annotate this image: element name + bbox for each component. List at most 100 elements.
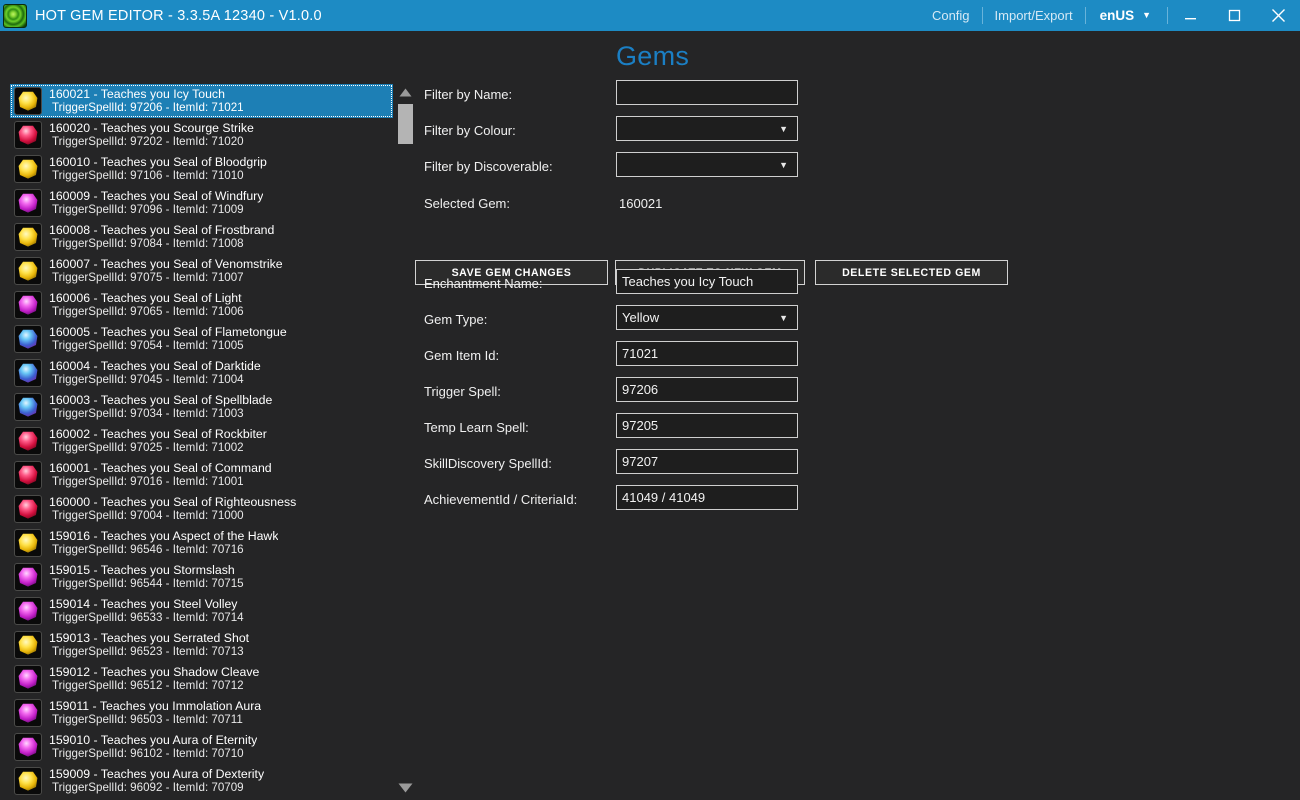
gem-list-item-subtitle: TriggerSpellId: 97016 - ItemId: 71001	[52, 475, 244, 489]
gem-list-item-text: 160010 - Teaches you Seal of Bloodgrip Tr…	[49, 155, 267, 183]
gem-blue-icon	[14, 325, 42, 353]
gem-list-item-title: 159012 - Teaches you Shadow Cleave	[49, 664, 260, 679]
achievement-criteria-input[interactable]	[616, 485, 798, 510]
gem-list-item-text: 160000 - Teaches you Seal of Righteousne…	[49, 495, 296, 523]
minimize-icon	[1184, 18, 1196, 20]
language-selector-label[interactable]: enUS	[1086, 0, 1141, 31]
gem-item-id-label: Gem Item Id:	[424, 348, 500, 363]
enchantment-name-input[interactable]	[616, 269, 798, 294]
gem-list-item[interactable]: 160004 - Teaches you Seal of Darktide Tri…	[10, 356, 393, 390]
gem-list-item-subtitle: TriggerSpellId: 97025 - ItemId: 71002	[52, 441, 244, 455]
gem-list-item[interactable]: 160001 - Teaches you Seal of Command Trig…	[10, 458, 393, 492]
gem-list-item-text: 160003 - Teaches you Seal of Spellblade T…	[49, 393, 272, 421]
gem-red-icon	[14, 495, 42, 523]
gem-list-scrollbar[interactable]	[396, 84, 415, 796]
trigger-spell-input[interactable]	[616, 377, 798, 402]
selected-gem-label: Selected Gem:	[424, 196, 510, 211]
gem-list-item-text: 160004 - Teaches you Seal of Darktide Tri…	[49, 359, 261, 387]
gem-purple-icon	[14, 699, 42, 727]
gem-blue-icon	[14, 393, 42, 421]
gem-list-item[interactable]: 160003 - Teaches you Seal of Spellblade T…	[10, 390, 393, 424]
temp-learn-spell-input[interactable]	[616, 413, 798, 438]
gem-list-item[interactable]: 159011 - Teaches you Immolation Aura Trig…	[10, 696, 393, 730]
scroll-down-button[interactable]	[396, 779, 415, 796]
gem-purple-icon	[14, 189, 42, 217]
maximize-button[interactable]	[1212, 0, 1256, 31]
gem-list-item-text: 160006 - Teaches you Seal of Light Trigge…	[49, 291, 244, 319]
gem-list-item[interactable]: 159014 - Teaches you Steel Volley Trigger…	[10, 594, 393, 628]
gem-list-item-subtitle: TriggerSpellId: 97202 - ItemId: 71020	[52, 135, 244, 149]
delete-selected-gem-button[interactable]: DELETE SELECTED GEM	[815, 260, 1008, 285]
gem-list-item-title: 160007 - Teaches you Seal of Venomstrike	[49, 256, 283, 271]
gem-list-item-text: 160021 - Teaches you Icy Touch TriggerSpe…	[49, 87, 244, 115]
import-export-menu-item[interactable]: Import/Export	[983, 0, 1085, 31]
gem-yellow-icon	[14, 529, 42, 557]
gem-list-item[interactable]: 160008 - Teaches you Seal of Frostbrand T…	[10, 220, 393, 254]
skilldiscovery-spellid-input[interactable]	[616, 449, 798, 474]
triangle-up-icon	[399, 88, 412, 97]
gem-list-item-subtitle: TriggerSpellId: 97065 - ItemId: 71006	[52, 305, 244, 319]
gem-red-icon	[14, 461, 42, 489]
gem-list-item-title: 160004 - Teaches you Seal of Darktide	[49, 358, 261, 373]
gem-list-item[interactable]: 160006 - Teaches you Seal of Light Trigge…	[10, 288, 393, 322]
gem-list-item-title: 159010 - Teaches you Aura of Eternity	[49, 732, 258, 747]
gem-list-item[interactable]: 160002 - Teaches you Seal of Rockbiter Tr…	[10, 424, 393, 458]
gem-list-item-text: 160005 - Teaches you Seal of Flametongue…	[49, 325, 287, 353]
gem-yellow-icon	[14, 767, 42, 795]
gem-list-item[interactable]: 159016 - Teaches you Aspect of the Hawk T…	[10, 526, 393, 560]
window-title: HOT GEM EDITOR - 3.3.5A 12340 - V1.0.0	[35, 7, 322, 24]
close-icon	[1271, 9, 1285, 22]
config-menu-item[interactable]: Config	[920, 0, 982, 31]
filter-by-name-input[interactable]	[616, 80, 798, 105]
gem-list-item[interactable]: 160021 - Teaches you Icy Touch TriggerSpe…	[10, 84, 393, 118]
gem-list-item-title: 160000 - Teaches you Seal of Righteousne…	[49, 494, 297, 509]
gem-blue-icon	[14, 359, 42, 387]
gem-list-item-subtitle: TriggerSpellId: 97206 - ItemId: 71021	[52, 101, 244, 115]
gem-list-item-subtitle: TriggerSpellId: 97106 - ItemId: 71010	[52, 169, 244, 183]
gem-list-item[interactable]: 160007 - Teaches you Seal of Venomstrike…	[10, 254, 393, 288]
scroll-thumb[interactable]	[398, 104, 413, 144]
gem-yellow-icon	[14, 87, 42, 115]
gem-list-item-title: 160009 - Teaches you Seal of Windfury	[49, 188, 264, 203]
gem-list-item-title: 160005 - Teaches you Seal of Flametongue	[49, 324, 287, 339]
gem-list-item[interactable]: 160000 - Teaches you Seal of Righteousne…	[10, 492, 393, 526]
gem-yellow-icon	[14, 155, 42, 183]
chevron-down-icon[interactable]: ▼	[1140, 0, 1167, 31]
gem-list-item[interactable]: 159012 - Teaches you Shadow Cleave Trigge…	[10, 662, 393, 696]
gem-list-item-text: 159009 - Teaches you Aura of Dexterity Tr…	[49, 767, 264, 795]
gem-list-item-text: 159014 - Teaches you Steel Volley Trigger…	[49, 597, 244, 625]
gem-list-item-text: 159013 - Teaches you Serrated Shot Trigge…	[49, 631, 249, 659]
gem-list-item-title: 160008 - Teaches you Seal of Frostbrand	[49, 222, 275, 237]
gem-purple-icon	[14, 291, 42, 319]
gem-list-item[interactable]: 159015 - Teaches you Stormslash TriggerSp…	[10, 560, 393, 594]
gem-list-item[interactable]: 159013 - Teaches you Serrated Shot Trigge…	[10, 628, 393, 662]
gem-item-id-input[interactable]	[616, 341, 798, 366]
gem-list-item[interactable]: 159010 - Teaches you Aura of Eternity Tri…	[10, 730, 393, 764]
gem-list-item[interactable]: 160020 - Teaches you Scourge Strike Trigg…	[10, 118, 393, 152]
gem-list-item[interactable]: 160005 - Teaches you Seal of Flametongue…	[10, 322, 393, 356]
titlebar-right-controls: Config Import/Export enUS ▼	[920, 0, 1300, 31]
gem-list-item[interactable]: 160009 - Teaches you Seal of Windfury Tri…	[10, 186, 393, 220]
filter-by-colour-label: Filter by Colour:	[424, 123, 516, 138]
gem-red-icon	[14, 121, 42, 149]
gem-list-item[interactable]: 159009 - Teaches you Aura of Dexterity Tr…	[10, 764, 393, 796]
chevron-down-icon: ▼	[779, 123, 788, 134]
gem-list-item[interactable]: 160010 - Teaches you Seal of Bloodgrip Tr…	[10, 152, 393, 186]
gem-list-item-text: 160002 - Teaches you Seal of Rockbiter Tr…	[49, 427, 267, 455]
minimize-button[interactable]	[1168, 0, 1212, 31]
gem-list-panel[interactable]: 160021 - Teaches you Icy Touch TriggerSpe…	[10, 84, 410, 796]
filter-by-discoverable-select[interactable]: ▼	[616, 152, 798, 177]
close-button[interactable]	[1256, 0, 1300, 31]
gem-list-item-title: 160001 - Teaches you Seal of Command	[49, 460, 272, 475]
filter-by-colour-select[interactable]: ▼	[616, 116, 798, 141]
scroll-up-button[interactable]	[396, 84, 415, 101]
gem-list-item-title: 160003 - Teaches you Seal of Spellblade	[49, 392, 273, 407]
gem-list-item-text: 159015 - Teaches you Stormslash TriggerSp…	[49, 563, 244, 591]
gem-type-select[interactable]: Yellow ▼	[616, 305, 798, 330]
gem-list-item-subtitle: TriggerSpellId: 96533 - ItemId: 70714	[52, 611, 244, 625]
window-titlebar: HOT GEM EDITOR - 3.3.5A 12340 - V1.0.0 C…	[0, 0, 1300, 31]
gem-detail-panel: Gems Filter by Name: Filter by Colour: ▼…	[415, 31, 1300, 800]
gem-list-item-subtitle: TriggerSpellId: 97034 - ItemId: 71003	[52, 407, 244, 421]
filter-by-name-label: Filter by Name:	[424, 87, 513, 102]
gem-list-item-text: 160008 - Teaches you Seal of Frostbrand T…	[49, 223, 274, 251]
